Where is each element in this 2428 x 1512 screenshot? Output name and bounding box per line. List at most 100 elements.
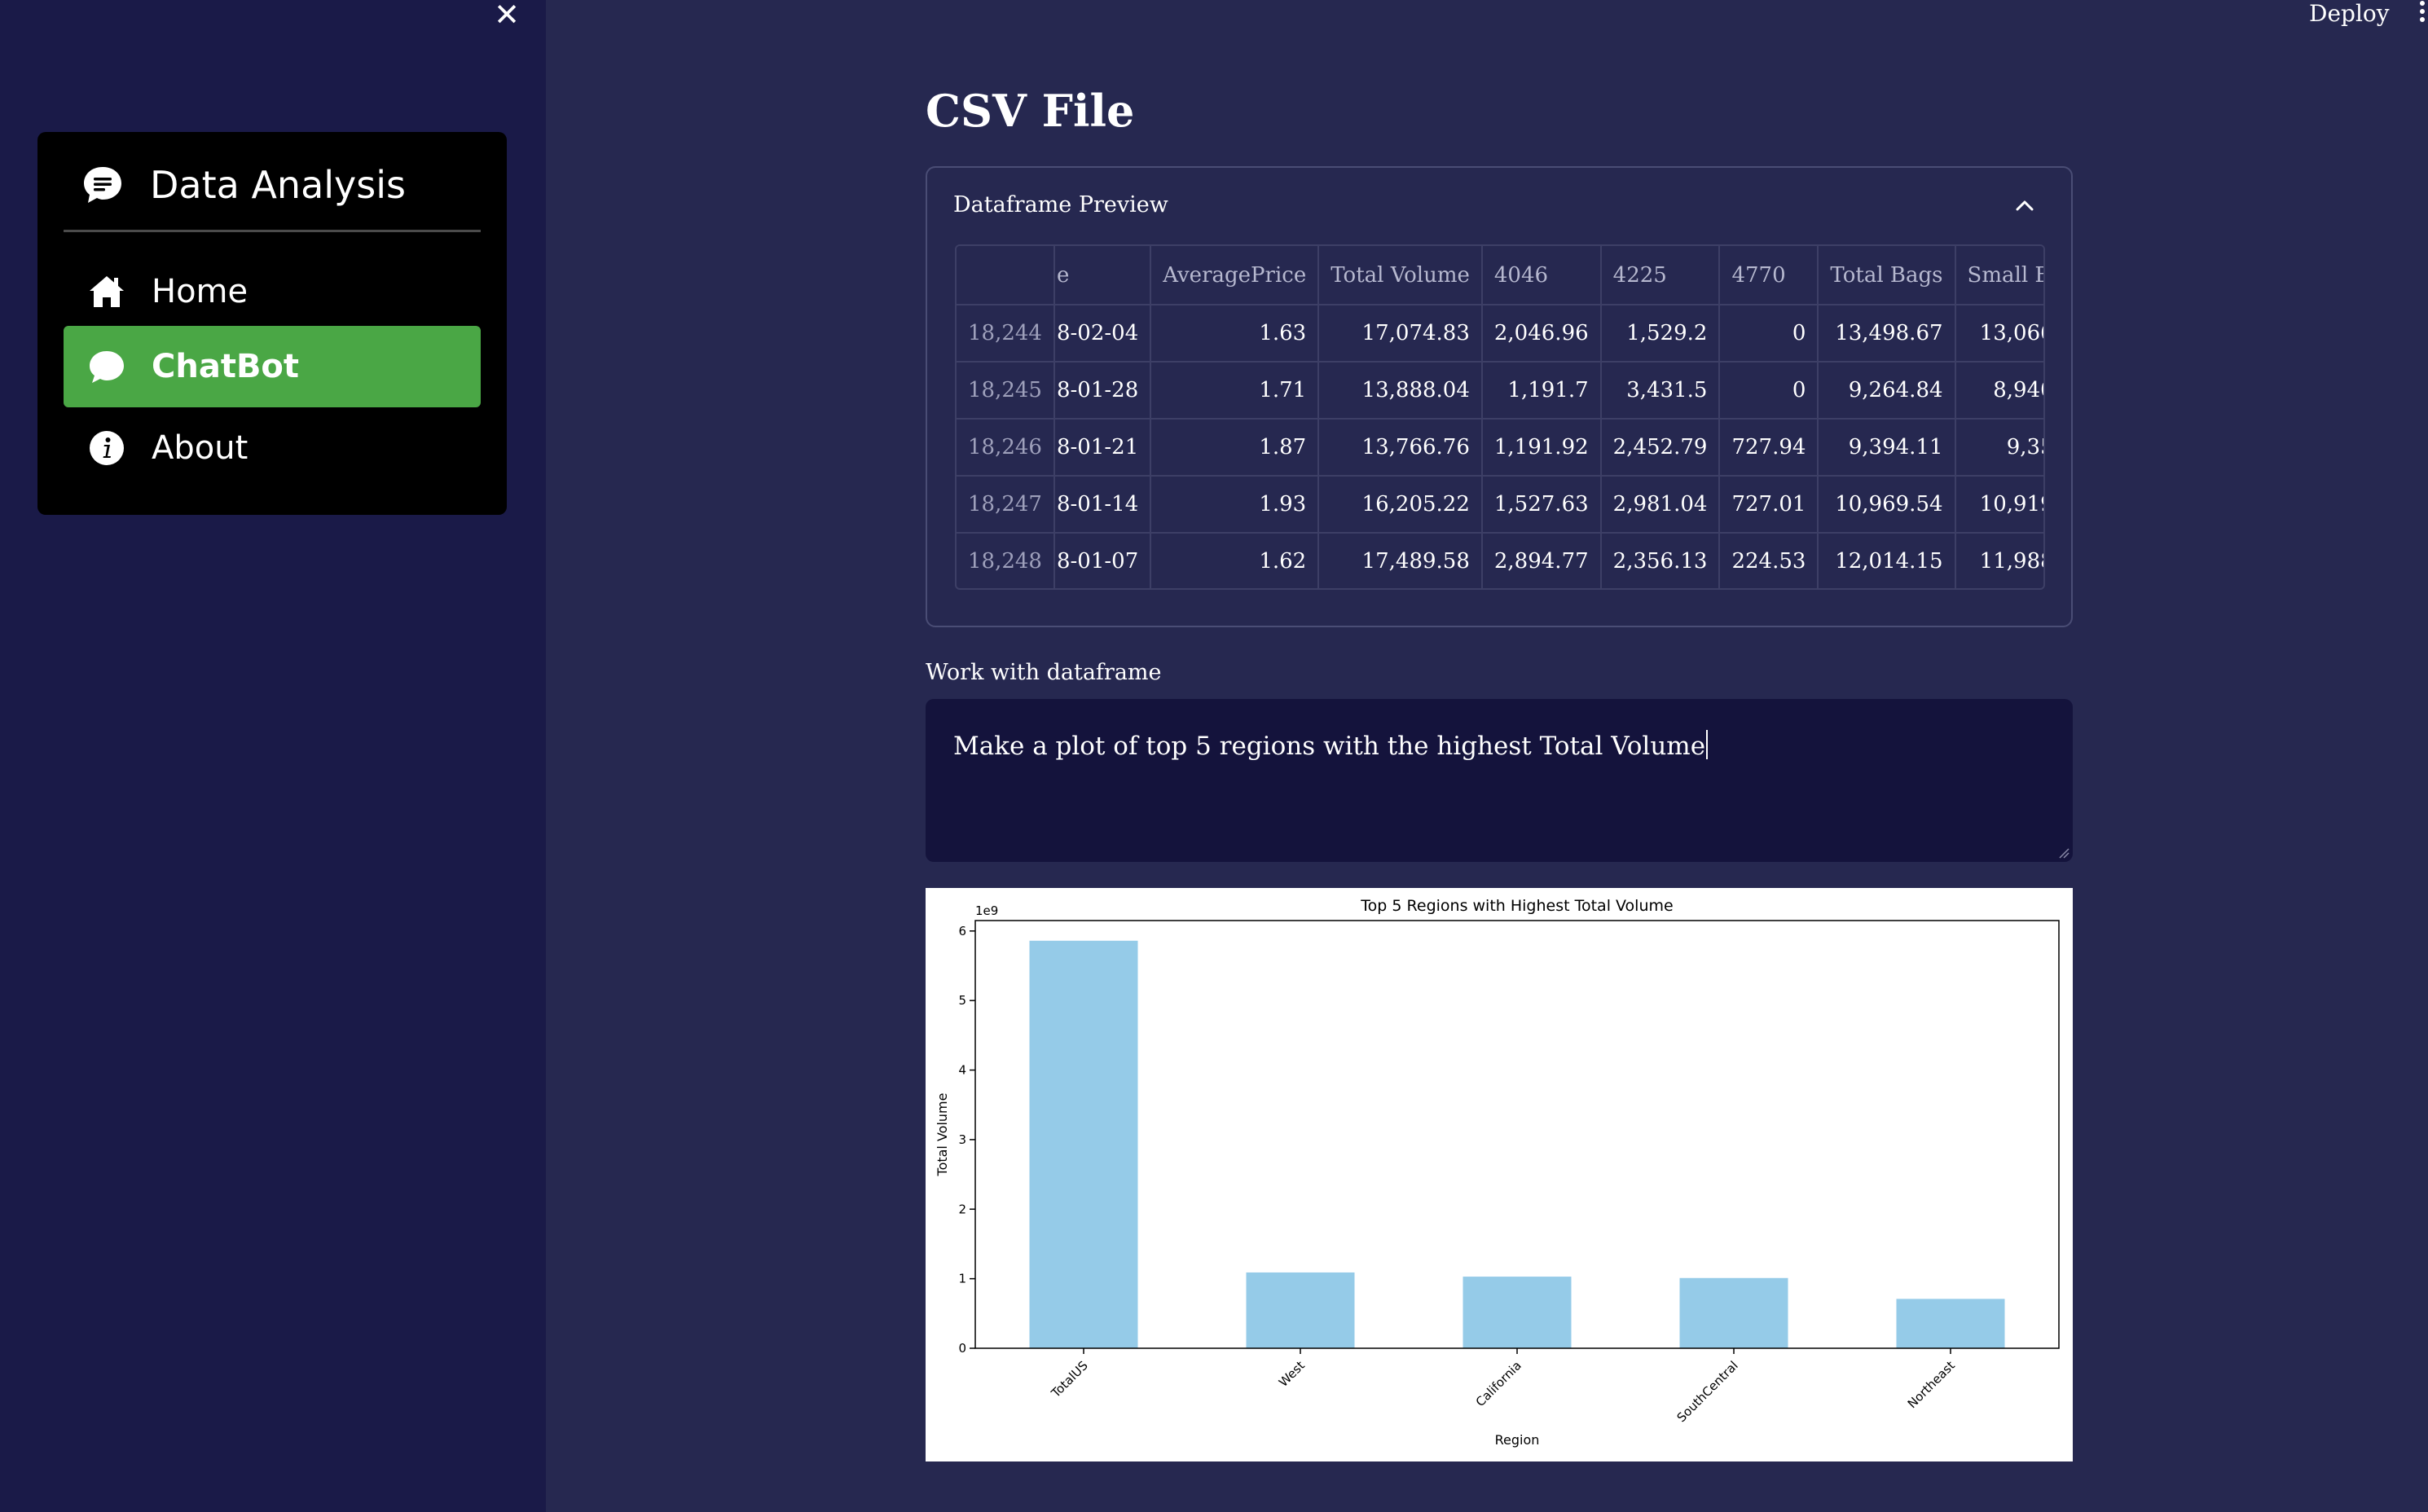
sidebar: ✕ Data Analysis Home ChatBot About [0, 0, 546, 1512]
table-cell[interactable]: 13,066.82 [1955, 305, 2043, 363]
table-cell[interactable]: 3,431.5 [1600, 362, 1721, 420]
table-cell[interactable]: 1.62 [1150, 533, 1320, 588]
bar-chart: Top 5 Regions with Highest Total Volume 1… [926, 888, 2073, 1461]
table-cell[interactable]: 1,529.2 [1600, 305, 1721, 363]
x-axis-label: Region [1495, 1432, 1540, 1448]
table-cell[interactable]: 9,351.8 [1955, 419, 2043, 477]
column-header[interactable]: 4046 [1481, 246, 1602, 305]
table-cell[interactable]: 8,940.04 [1955, 362, 2043, 420]
x-tick-label: California [1473, 1358, 1524, 1409]
table-cell[interactable]: 727.01 [1719, 476, 1819, 534]
table-cell[interactable]: 1.93 [1150, 476, 1320, 534]
table-cell[interactable]: 9,394.11 [1818, 419, 1956, 477]
row-index-cell[interactable]: 18,245 [957, 362, 1055, 420]
table-cell[interactable]: 11,988.14 [1955, 533, 2043, 588]
table-cell[interactable]: 0 [1719, 362, 1819, 420]
x-tick-label: TotalUS [1048, 1358, 1091, 1401]
menu-divider [64, 230, 481, 232]
column-header[interactable]: Total Volume [1318, 246, 1483, 305]
table-cell[interactable]: 8-01-07 [1053, 533, 1152, 588]
y-tick-label: 3 [958, 1132, 966, 1147]
x-tick-label: SouthCentral [1674, 1358, 1741, 1425]
y-tick-label: 4 [958, 1063, 966, 1078]
close-sidebar-button[interactable]: ✕ [492, 0, 521, 30]
table-cell[interactable]: 224.53 [1719, 533, 1819, 588]
table-cell[interactable]: 16,205.22 [1318, 476, 1483, 534]
resize-handle-icon[interactable] [2058, 847, 2070, 859]
table-cell[interactable]: 1.71 [1150, 362, 1320, 420]
table-row: 18,248 8-01-07 1.62 17,489.58 2,894.77 2,356.… [957, 533, 2043, 588]
table-cell[interactable]: 10,969.54 [1818, 476, 1956, 534]
table-cell[interactable]: 17,074.83 [1318, 305, 1483, 363]
table-row: 18,246 8-01-21 1.87 13,766.76 1,191.92 2,452.… [957, 419, 2043, 477]
row-index-cell[interactable]: 18,246 [957, 419, 1055, 477]
table-row: 18,245 8-01-28 1.71 13,888.04 1,191.7 3,431.5… [957, 362, 2043, 420]
table-cell[interactable]: 1,191.92 [1481, 419, 1602, 477]
sidebar-item-chatbot[interactable]: ChatBot [64, 326, 481, 407]
chart-bar [1246, 1272, 1355, 1348]
dataframe-table[interactable]: e AveragePrice Total Volume 4046 4225 4770 Tot… [955, 244, 2045, 590]
chevron-up-icon[interactable] [2014, 196, 2035, 217]
table-cell[interactable]: 13,888.04 [1318, 362, 1483, 420]
menu-title: Data Analysis [81, 156, 406, 213]
column-header[interactable] [957, 246, 1055, 305]
info-icon [90, 431, 124, 465]
query-textarea[interactable]: Make a plot of top 5 regions with the hi… [926, 699, 2073, 862]
chart-bar [1679, 1277, 1788, 1348]
chart-bar [1896, 1299, 2005, 1348]
column-header[interactable]: 4770 [1719, 246, 1819, 305]
text-caret [1706, 730, 1709, 759]
table-cell[interactable]: 8-02-04 [1053, 305, 1152, 363]
column-header[interactable]: AveragePrice [1150, 246, 1320, 305]
column-header[interactable]: e [1053, 246, 1152, 305]
deploy-button[interactable]: Deploy [2309, 0, 2390, 27]
table-cell[interactable]: 0 [1719, 305, 1819, 363]
chart-canvas: Top 5 Regions with Highest Total Volume 1… [935, 897, 2060, 1448]
row-index-cell[interactable]: 18,248 [957, 533, 1055, 588]
table-cell[interactable]: 2,356.13 [1600, 533, 1721, 588]
table-cell[interactable]: 2,046.96 [1481, 305, 1602, 363]
sidebar-item-label: About [152, 429, 249, 467]
y-tick-label: 1 [958, 1272, 966, 1286]
sidebar-item-about[interactable]: About [64, 407, 481, 489]
table-cell[interactable]: 8-01-28 [1053, 362, 1152, 420]
column-header[interactable]: Small Bags [1955, 246, 2043, 305]
row-index-cell[interactable]: 18,247 [957, 476, 1055, 534]
table-cell[interactable]: 1,527.63 [1481, 476, 1602, 534]
sidebar-item-home[interactable]: Home [64, 251, 481, 332]
row-index-cell[interactable]: 18,244 [957, 305, 1055, 363]
more-options-icon[interactable] [2417, 0, 2428, 24]
table-cell[interactable]: 8-01-21 [1053, 419, 1152, 477]
table-row: 18,244 8-02-04 1.63 17,074.83 2,046.96 1,529.… [957, 305, 2043, 363]
navigation-menu: Data Analysis Home ChatBot About [37, 132, 507, 515]
y-tick-label: 6 [958, 924, 966, 938]
table-cell[interactable]: 10,919.54 [1955, 476, 2043, 534]
table-cell[interactable]: 1.63 [1150, 305, 1320, 363]
column-header[interactable]: Total Bags [1818, 246, 1956, 305]
table-cell[interactable]: 2,452.79 [1600, 419, 1721, 477]
chat-icon [90, 351, 124, 383]
y-multiplier-label: 1e9 [975, 903, 998, 918]
table-cell[interactable]: 9,264.84 [1818, 362, 1956, 420]
table-cell[interactable]: 17,489.58 [1318, 533, 1483, 588]
chart-bar [1463, 1277, 1572, 1348]
table-cell[interactable]: 2,894.77 [1481, 533, 1602, 588]
column-header[interactable]: 4225 [1600, 246, 1721, 305]
y-tick-label: 2 [958, 1202, 966, 1216]
table-cell[interactable]: 13,766.76 [1318, 419, 1483, 477]
table-cell[interactable]: 2,981.04 [1600, 476, 1721, 534]
expander-header[interactable]: Dataframe Preview [953, 192, 1168, 218]
table-cell[interactable]: 727.94 [1719, 419, 1819, 477]
sidebar-item-label: ChatBot [152, 348, 300, 385]
x-tick-label: West [1276, 1358, 1308, 1390]
data-table: e AveragePrice Total Volume 4046 4225 4770 Tot… [957, 246, 2043, 588]
table-header-row: e AveragePrice Total Volume 4046 4225 4770 Tot… [957, 246, 2043, 305]
table-cell[interactable]: 13,498.67 [1818, 305, 1956, 363]
y-tick-label: 0 [958, 1341, 966, 1356]
table-cell[interactable]: 1,191.7 [1481, 362, 1602, 420]
x-tick-label: Northeast [1905, 1358, 1958, 1411]
table-cell[interactable]: 12,014.15 [1818, 533, 1956, 588]
table-cell[interactable]: 8-01-14 [1053, 476, 1152, 534]
table-cell[interactable]: 1.87 [1150, 419, 1320, 477]
chat-bubble-icon [84, 167, 121, 203]
